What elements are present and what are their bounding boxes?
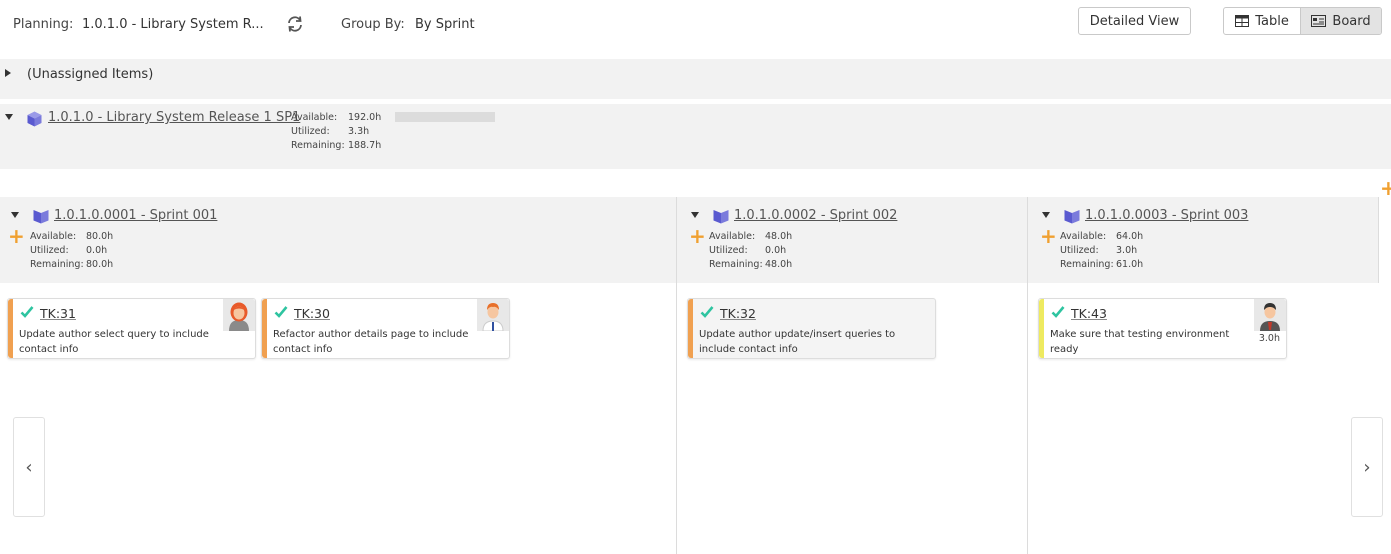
avatar-icon bbox=[1254, 299, 1286, 331]
task-id-link[interactable]: TK:32 bbox=[720, 306, 756, 321]
available-label: Available: bbox=[30, 231, 77, 242]
task-description: Update author update/insert queries to i… bbox=[699, 329, 896, 355]
remaining-value: 80.0h bbox=[86, 259, 114, 270]
available-value: 80.0h bbox=[86, 231, 114, 242]
task-description: Refactor author details page to include … bbox=[273, 329, 469, 355]
task-description: Update author select query to include co… bbox=[19, 329, 209, 355]
avatar-icon bbox=[223, 299, 255, 331]
remaining-label: Remaining: bbox=[291, 140, 345, 151]
column-divider bbox=[1378, 197, 1379, 283]
collapse-icon[interactable] bbox=[5, 114, 13, 120]
task-hours: 3.0h bbox=[1258, 333, 1280, 344]
check-icon bbox=[20, 306, 34, 318]
utilized-label: Utilized: bbox=[1060, 245, 1099, 256]
add-item-icon[interactable]: + bbox=[8, 226, 25, 246]
task-card[interactable]: TK:30 Refactor author details page to in… bbox=[261, 298, 510, 359]
avatar-icon bbox=[477, 299, 509, 331]
utilized-label: Utilized: bbox=[30, 245, 69, 256]
sprint-header-2: 1.0.1.0.0002 - Sprint 002 + Available: 4… bbox=[677, 197, 1027, 283]
remaining-value: 61.0h bbox=[1116, 259, 1144, 270]
status-bar bbox=[1039, 299, 1044, 358]
available-label: Available: bbox=[709, 231, 756, 242]
available-label: Available: bbox=[291, 112, 338, 123]
sprint-link[interactable]: 1.0.1.0.0001 - Sprint 001 bbox=[54, 208, 217, 223]
table-view-button[interactable]: Table bbox=[1224, 8, 1300, 34]
release-link[interactable]: 1.0.1.0 - Library System Release 1 SP1 bbox=[48, 110, 300, 125]
table-view-label: Table bbox=[1255, 13, 1289, 29]
column-divider bbox=[1027, 197, 1028, 554]
check-icon bbox=[1051, 306, 1065, 318]
release-row: 1.0.1.0 - Library System Release 1 SP1 A… bbox=[0, 104, 1391, 169]
task-description: Make sure that testing environment ready bbox=[1050, 329, 1230, 355]
board-icon bbox=[1311, 15, 1327, 27]
remaining-label: Remaining: bbox=[30, 259, 84, 270]
group-by-label: Group By: bbox=[341, 17, 405, 32]
check-icon bbox=[274, 306, 288, 318]
remaining-value: 48.0h bbox=[765, 259, 793, 270]
board-view-button[interactable]: Board bbox=[1300, 8, 1381, 34]
sprint-link[interactable]: 1.0.1.0.0003 - Sprint 003 bbox=[1085, 208, 1248, 223]
utilized-value: 3.3h bbox=[348, 126, 370, 137]
group-by-select[interactable]: By Sprint bbox=[415, 17, 475, 32]
planning-label: Planning: bbox=[13, 17, 74, 32]
view-toggle: Table Board bbox=[1223, 7, 1382, 35]
remaining-label: Remaining: bbox=[709, 259, 763, 270]
utilized-value: 0.0h bbox=[86, 245, 108, 256]
task-card[interactable]: TK:32 Update author update/insert querie… bbox=[687, 298, 936, 359]
board-view-label: Board bbox=[1332, 13, 1371, 29]
unassigned-items-row: (Unassigned Items) bbox=[0, 59, 1391, 99]
remaining-label: Remaining: bbox=[1060, 259, 1114, 270]
capacity-bar bbox=[395, 112, 495, 122]
check-icon bbox=[700, 306, 714, 318]
remaining-value: 188.7h bbox=[348, 140, 382, 151]
task-card[interactable]: TK:43 Make sure that testing environment… bbox=[1038, 298, 1287, 359]
sprint-link[interactable]: 1.0.1.0.0002 - Sprint 002 bbox=[734, 208, 897, 223]
release-cube-icon bbox=[27, 111, 42, 127]
collapse-icon[interactable] bbox=[691, 212, 699, 218]
available-value: 64.0h bbox=[1116, 231, 1144, 242]
next-page-button[interactable]: › bbox=[1351, 417, 1383, 517]
task-id-link[interactable]: TK:31 bbox=[40, 306, 76, 321]
status-bar bbox=[688, 299, 693, 358]
utilized-label: Utilized: bbox=[709, 245, 748, 256]
sprint-cube-icon bbox=[1064, 210, 1080, 224]
task-id-link[interactable]: TK:43 bbox=[1071, 306, 1107, 321]
toolbar: Planning: 1.0.1.0 - Library System R... … bbox=[0, 0, 1391, 50]
table-icon bbox=[1235, 15, 1250, 27]
sprint-cube-icon bbox=[713, 210, 729, 224]
sprint-cube-icon bbox=[33, 210, 49, 224]
available-value: 48.0h bbox=[765, 231, 793, 242]
unassigned-label: (Unassigned Items) bbox=[27, 67, 154, 82]
utilized-label: Utilized: bbox=[291, 126, 330, 137]
status-bar bbox=[8, 299, 13, 358]
add-item-icon[interactable]: + bbox=[689, 226, 706, 246]
task-id-link[interactable]: TK:30 bbox=[294, 306, 330, 321]
expand-icon[interactable] bbox=[5, 69, 11, 77]
add-sprint-icon[interactable]: + bbox=[1380, 178, 1391, 198]
detailed-view-button[interactable]: Detailed View bbox=[1078, 7, 1191, 35]
sprint-header-1: 1.0.1.0.0001 - Sprint 001 + Available: 8… bbox=[0, 197, 676, 283]
previous-page-button[interactable]: ‹ bbox=[13, 417, 45, 517]
task-card[interactable]: TK:31 Update author select query to incl… bbox=[7, 298, 256, 359]
column-divider bbox=[676, 197, 677, 554]
planning-select[interactable]: 1.0.1.0 - Library System R... bbox=[82, 17, 264, 32]
utilized-value: 3.0h bbox=[1116, 245, 1138, 256]
available-value: 192.0h bbox=[348, 112, 382, 123]
add-item-icon[interactable]: + bbox=[1040, 226, 1057, 246]
sprint-header-3: 1.0.1.0.0003 - Sprint 003 + Available: 6… bbox=[1028, 197, 1378, 283]
collapse-icon[interactable] bbox=[11, 212, 19, 218]
refresh-icon[interactable] bbox=[286, 15, 304, 33]
status-bar bbox=[262, 299, 267, 358]
available-label: Available: bbox=[1060, 231, 1107, 242]
collapse-icon[interactable] bbox=[1042, 212, 1050, 218]
utilized-value: 0.0h bbox=[765, 245, 787, 256]
